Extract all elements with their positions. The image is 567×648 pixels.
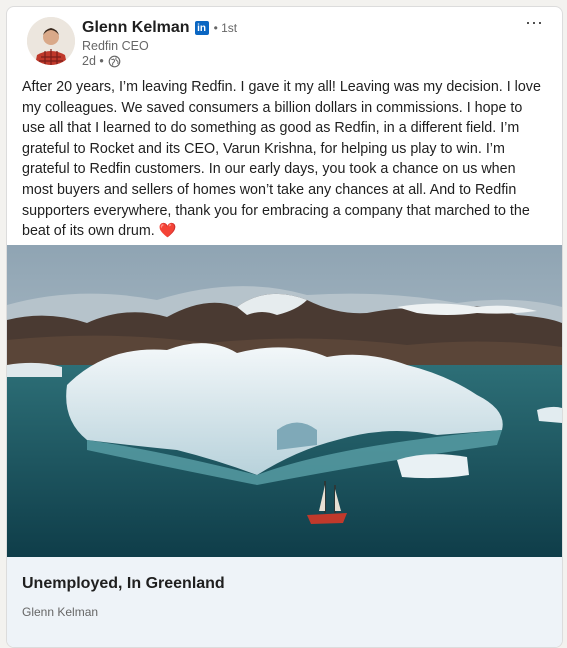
article-source: Glenn Kelman — [22, 605, 99, 619]
linkedin-icon: in — [194, 21, 209, 35]
post-text: After 20 years, I’m leaving Redfin. I ga… — [22, 77, 547, 242]
connection-degree: • 1st — [213, 21, 238, 35]
author-name[interactable]: Glenn Kelman — [82, 19, 190, 37]
post-card: Glenn Kelman in • 1st Redfin CEO 2d • ⋯ … — [6, 6, 563, 648]
post-image[interactable] — [7, 245, 562, 557]
heart-icon: ❤️ — [158, 223, 177, 240]
avatar[interactable] — [27, 17, 75, 65]
post-text-content: After 20 years, I’m leaving Redfin. I ga… — [22, 79, 541, 240]
author-line: Glenn Kelman in • 1st — [82, 17, 237, 39]
post-timestamp: 2d • — [82, 54, 104, 68]
post-meta: 2d • — [82, 54, 121, 68]
article-preview[interactable]: Unemployed, In Greenland Glenn Kelman — [7, 557, 562, 647]
author-headline: Redfin CEO — [82, 39, 149, 53]
article-title[interactable]: Unemployed, In Greenland — [22, 575, 225, 593]
post-header: Glenn Kelman in • 1st Redfin CEO 2d • ⋯ — [7, 7, 562, 77]
more-options-icon[interactable]: ⋯ — [525, 13, 544, 33]
globe-icon — [108, 55, 121, 67]
